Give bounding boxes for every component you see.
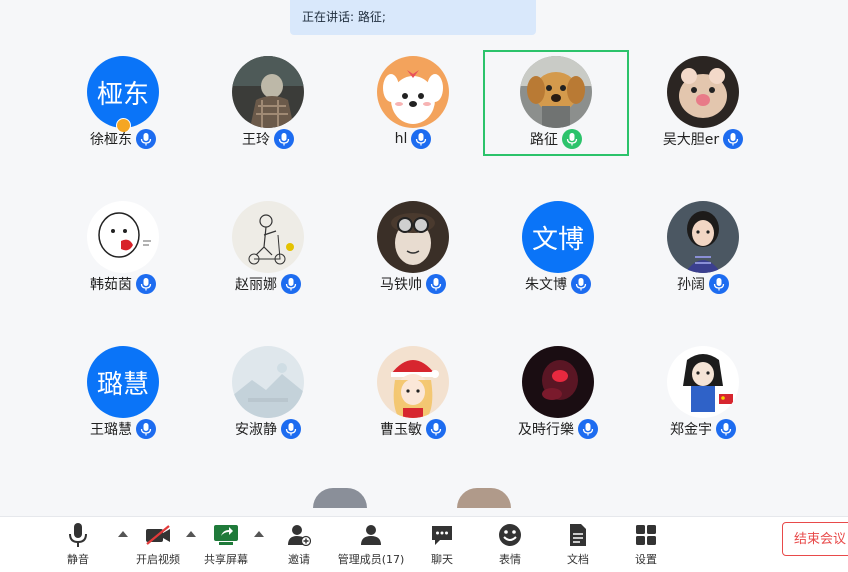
- participant-tile[interactable]: 及時行樂: [485, 340, 631, 446]
- participant-name: 徐桠东: [90, 132, 132, 148]
- microphone-icon[interactable]: [274, 129, 294, 149]
- participant-tile[interactable]: 文博 朱文博: [485, 195, 631, 301]
- microphone-icon[interactable]: [136, 129, 156, 149]
- participant-name: 赵丽娜: [235, 277, 277, 293]
- participant-tile[interactable]: 赵丽娜: [195, 195, 341, 301]
- invite-label: 邀请: [288, 553, 310, 566]
- avatar: [667, 56, 739, 128]
- avatar: [87, 201, 159, 273]
- avatar: [667, 346, 739, 418]
- share-screen-label: 共享屏幕: [204, 553, 248, 566]
- avatar: [667, 201, 739, 273]
- avatar: [520, 56, 592, 128]
- documents-button[interactable]: 文档: [560, 521, 596, 569]
- video-options-caret[interactable]: [186, 531, 196, 537]
- participant-name: 韩茹茵: [90, 277, 132, 293]
- settings-label: 设置: [635, 553, 657, 566]
- participant-tile[interactable]: 吴大胆er: [630, 50, 776, 156]
- grid-settings-icon: [635, 521, 657, 549]
- manage-members-label: 管理成员(17): [337, 553, 405, 566]
- chat-label: 聊天: [431, 553, 453, 566]
- avatar: [377, 346, 449, 418]
- avatar: 文博: [522, 201, 594, 273]
- invite-button[interactable]: 邀请: [280, 521, 318, 569]
- settings-button[interactable]: 设置: [628, 521, 664, 569]
- participant-tile[interactable]: hl: [340, 50, 486, 156]
- participant-tile[interactable]: 王玲: [195, 50, 341, 156]
- emoji-label: 表情: [499, 553, 521, 566]
- speaking-indicator: 正在讲话: 路征;: [290, 0, 536, 35]
- participant-name: 郑金宇: [670, 422, 712, 438]
- microphone-icon[interactable]: [281, 274, 301, 294]
- avatar: [377, 56, 449, 128]
- avatar: [232, 201, 304, 273]
- microphone-icon[interactable]: [426, 419, 446, 439]
- microphone-icon[interactable]: [562, 129, 582, 149]
- participant-name: 及時行樂: [518, 422, 574, 438]
- start-video-label: 开启视频: [136, 553, 180, 566]
- participant-name: 曹玉敏: [380, 422, 422, 438]
- members-icon: [359, 521, 383, 549]
- avatar: 璐慧: [87, 346, 159, 418]
- microphone-icon[interactable]: [426, 274, 446, 294]
- participant-name: 路征: [530, 132, 558, 148]
- emoji-button[interactable]: 表情: [492, 521, 528, 569]
- microphone-icon[interactable]: [136, 419, 156, 439]
- avatar: [232, 346, 304, 418]
- participant-tile-active[interactable]: 路征: [483, 50, 629, 156]
- manage-members-button[interactable]: 管理成员(17): [336, 521, 406, 569]
- microphone-icon[interactable]: [571, 274, 591, 294]
- participant-name: 孙阔: [677, 277, 705, 293]
- avatar: [522, 346, 594, 418]
- participant-name: 吴大胆er: [662, 132, 720, 148]
- participant-tile[interactable]: 桠东 徐桠东: [50, 50, 196, 156]
- participant-tile[interactable]: 郑金宇: [630, 340, 776, 446]
- microphone-icon: [68, 521, 88, 549]
- avatar: [232, 56, 304, 128]
- meeting-toolbar: 静音 开启视频 共享屏幕 邀请 管理成员(17) 聊天 表情 文档 设置: [0, 516, 848, 572]
- add-user-icon: [287, 521, 311, 549]
- participant-tile[interactable]: 马铁帅: [340, 195, 486, 301]
- mute-options-caret[interactable]: [118, 531, 128, 537]
- participant-tile[interactable]: 璐慧 王璐慧: [50, 340, 196, 446]
- microphone-icon[interactable]: [723, 129, 744, 149]
- partial-avatar: [313, 488, 367, 508]
- microphone-icon[interactable]: [716, 419, 736, 439]
- avatar-text: 桠东: [96, 79, 149, 110]
- participant-tile[interactable]: 安淑静: [195, 340, 341, 446]
- avatar: [377, 201, 449, 273]
- microphone-icon[interactable]: [136, 274, 156, 294]
- end-meeting-button[interactable]: 结束会议: [782, 522, 848, 556]
- participant-name: 马铁帅: [380, 277, 422, 293]
- participant-name: 朱文博: [525, 277, 567, 293]
- participant-tile[interactable]: 曹玉敏: [340, 340, 486, 446]
- mute-button[interactable]: 静音: [60, 521, 96, 569]
- smiley-icon: [498, 521, 522, 549]
- participant-tile[interactable]: 韩茹茵: [50, 195, 196, 301]
- partial-avatar: [457, 488, 511, 508]
- chat-button[interactable]: 聊天: [424, 521, 460, 569]
- participant-name: 王璐慧: [90, 422, 132, 438]
- share-screen-icon: [213, 521, 239, 549]
- microphone-icon[interactable]: [281, 419, 301, 439]
- chat-icon: [430, 521, 454, 549]
- document-icon: [568, 521, 588, 549]
- share-screen-button[interactable]: 共享屏幕: [200, 521, 252, 569]
- avatar-text: 文博: [531, 224, 584, 255]
- mute-label: 静音: [67, 553, 89, 566]
- microphone-icon[interactable]: [709, 274, 729, 294]
- participant-name: hl: [394, 131, 408, 147]
- participant-tile[interactable]: 孙阔: [630, 195, 776, 301]
- video-off-icon: [145, 521, 171, 549]
- documents-label: 文档: [567, 553, 589, 566]
- share-options-caret[interactable]: [254, 531, 264, 537]
- participant-name: 安淑静: [235, 422, 277, 438]
- participant-name: 王玲: [242, 132, 270, 148]
- microphone-icon[interactable]: [411, 129, 432, 149]
- start-video-button[interactable]: 开启视频: [132, 521, 184, 569]
- avatar-text: 璐慧: [96, 369, 149, 400]
- microphone-icon[interactable]: [578, 419, 598, 439]
